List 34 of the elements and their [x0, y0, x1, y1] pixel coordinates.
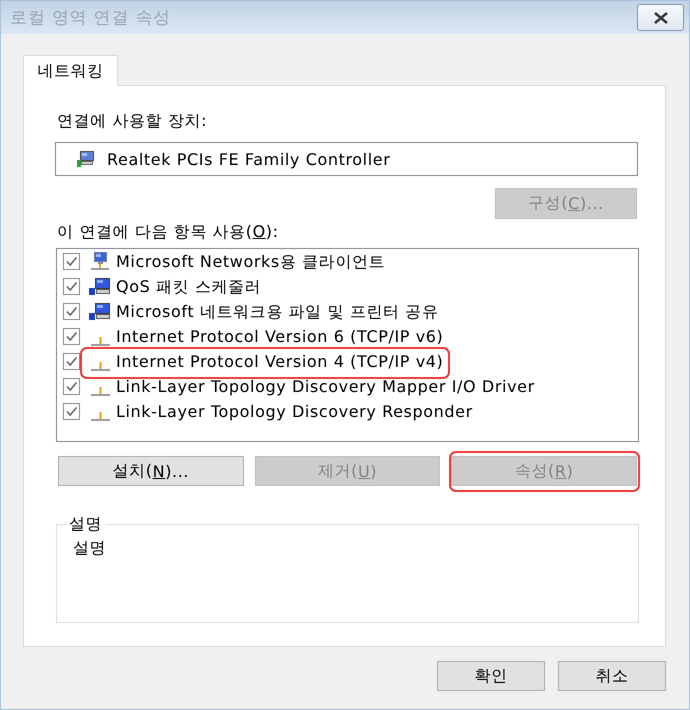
list-item[interactable]: Microsoft Networks용 클라이언트	[115, 252, 386, 271]
list-item[interactable]: QoS 패킷 스케줄러	[115, 277, 262, 296]
tab[interactable]: 네트워킹	[23, 55, 118, 86]
list-item[interactable]: Link-Layer Topology Discovery Mapper I/O Driver	[115, 377, 536, 396]
checkbox[interactable]	[63, 253, 80, 270]
computer-icon	[89, 303, 111, 320]
network-adapter-icon	[77, 151, 95, 167]
list-item[interactable]: Internet Protocol Version 6 (TCP/IP v6)	[115, 327, 444, 346]
checkbox[interactable]	[63, 328, 80, 345]
close-icon	[652, 12, 668, 24]
checkbox[interactable]	[63, 353, 80, 370]
cancel-button[interactable]: 취소	[558, 661, 666, 691]
network-connector-icon	[90, 412, 110, 421]
checkbox[interactable]	[63, 303, 80, 320]
list-label: 이 연결에 다음 항목 사용(O):	[57, 222, 279, 242]
checkbox[interactable]	[63, 278, 80, 295]
group-title: 설명	[68, 514, 104, 534]
list-item[interactable]: Link-Layer Topology Discovery Responder	[115, 402, 474, 421]
device-name: Realtek PCIs FE Family Controller	[107, 150, 390, 168]
network-computer-icon	[90, 252, 110, 271]
close-button[interactable]	[637, 4, 684, 31]
list-item[interactable]: Microsoft 네트워크용 파일 및 프린터 공유	[115, 302, 440, 321]
install-button[interactable]: 설치(N)...	[58, 456, 244, 486]
checkbox[interactable]	[63, 403, 80, 420]
network-connector-icon	[90, 337, 110, 346]
computer-icon	[89, 278, 111, 295]
list-item[interactable]: Internet Protocol Version 4 (TCP/IP v4)	[115, 352, 444, 371]
network-connector-icon	[90, 362, 110, 371]
description-text: 설명	[73, 538, 106, 558]
network-connector-icon	[90, 387, 110, 396]
checkbox[interactable]	[63, 378, 80, 395]
ok-button[interactable]: 확인	[437, 661, 545, 691]
window-title: 로컬 영역 연결 속성	[10, 7, 172, 29]
device-label: 연결에 사용할 장치:	[57, 111, 208, 131]
